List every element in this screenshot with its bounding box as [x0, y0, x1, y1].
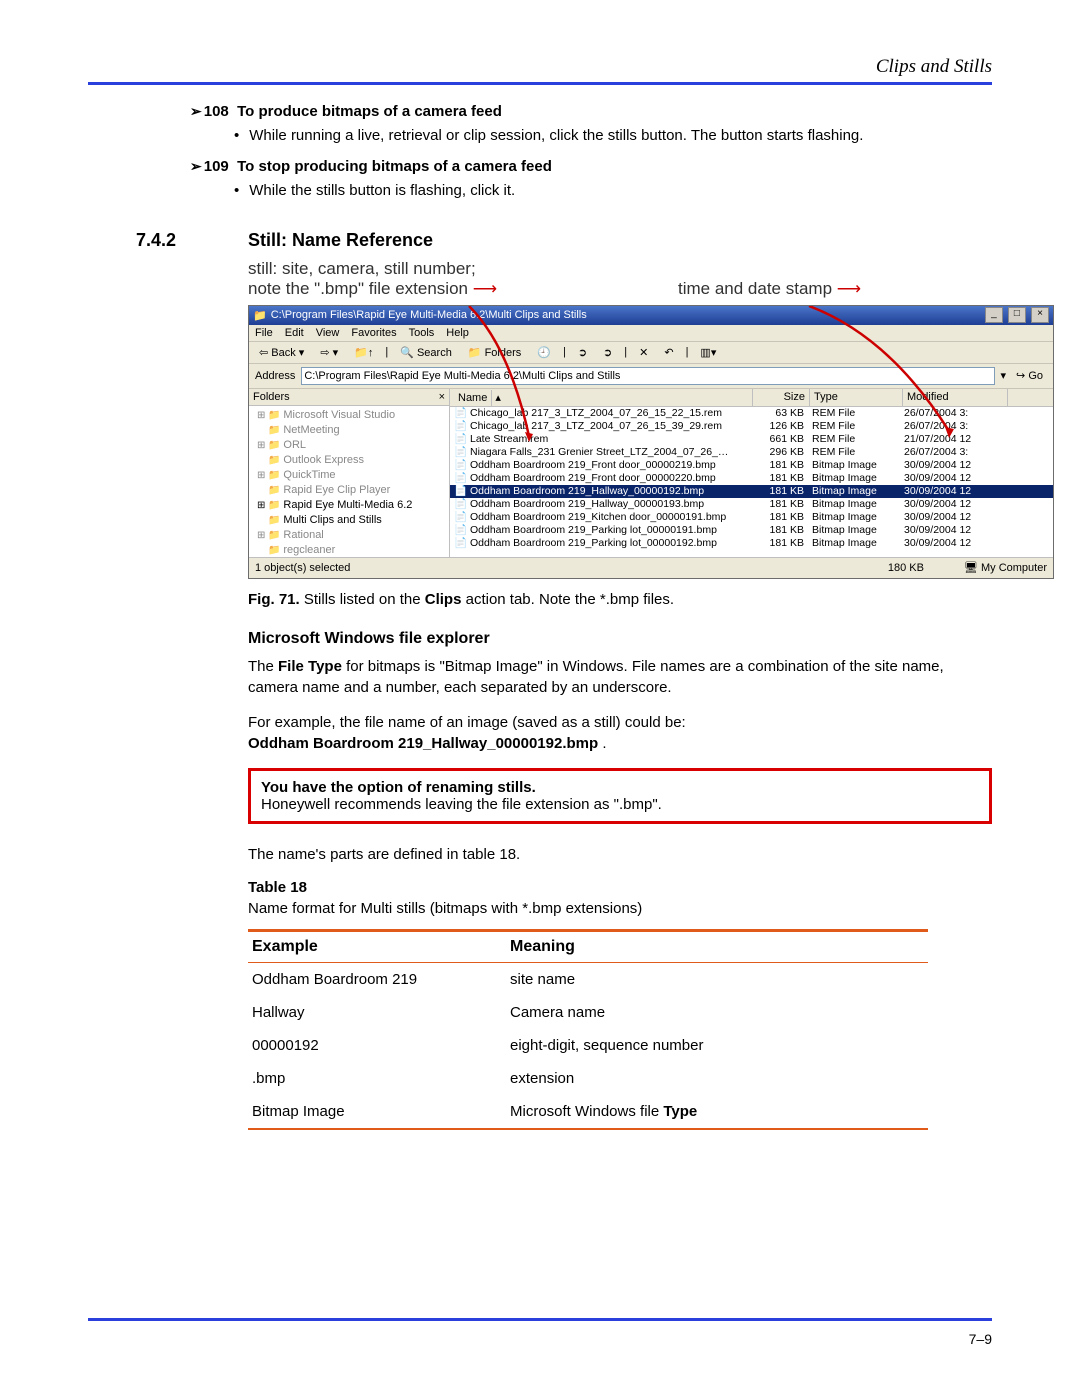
- delete-icon[interactable]: ✕: [635, 345, 652, 360]
- body-paragraph: For example, the file name of an image (…: [248, 712, 992, 754]
- tree-node[interactable]: NetMeeting: [257, 423, 447, 438]
- tree-node[interactable]: QuickTime: [257, 468, 447, 483]
- window-titlebar: 📁 C:\Program Files\Rapid Eye Multi-Media…: [249, 306, 1053, 325]
- undo-icon[interactable]: ↶: [660, 345, 677, 360]
- procedure-109-step: •While the stills button is flashing, cl…: [136, 181, 992, 201]
- status-bar: 1 object(s) selected 180 KB 🖥 My Compute…: [249, 557, 1053, 578]
- folders-pane-close-icon[interactable]: ×: [439, 391, 445, 403]
- menu-view[interactable]: View: [316, 327, 340, 339]
- menu-bar: File Edit View Favorites Tools Help: [249, 325, 1053, 342]
- arrow-icon: ➢: [190, 158, 202, 174]
- tree-node[interactable]: Rational: [257, 528, 447, 543]
- close-button[interactable]: ×: [1031, 307, 1049, 323]
- col-type[interactable]: Type: [810, 389, 903, 406]
- folders-button[interactable]: 📁 Folders: [464, 345, 525, 360]
- move-to-icon[interactable]: ➲: [574, 345, 591, 360]
- page-number: 7–9: [969, 1331, 992, 1347]
- col-size[interactable]: Size: [753, 389, 810, 406]
- menu-tools[interactable]: Tools: [409, 327, 435, 339]
- file-row[interactable]: 📄 Oddham Boardroom 219_Hallway_00000192.…: [450, 485, 1053, 498]
- note-text: Honeywell recommends leaving the file ex…: [261, 796, 979, 813]
- procedure-108-heading: ➢108 To produce bitmaps of a camera feed: [136, 103, 992, 120]
- top-rule: [88, 82, 992, 85]
- file-row[interactable]: 📄 Oddham Boardroom 219_Kitchen door_0000…: [450, 511, 1053, 524]
- col-modified[interactable]: Modified: [903, 389, 1008, 406]
- status-size: 180 KB: [888, 562, 924, 574]
- chapter-title: Clips and Stills: [88, 56, 992, 78]
- address-label: Address: [255, 370, 295, 382]
- figure-caption: Fig. 71. Stills listed on the Clips acti…: [248, 591, 992, 608]
- tree-node[interactable]: ORL: [257, 438, 447, 453]
- body-paragraph: The name's parts are defined in table 18…: [248, 844, 992, 865]
- tree-node[interactable]: Rapid Eye Multi-Media 6.2: [257, 498, 447, 513]
- file-row[interactable]: 📄 Oddham Boardroom 219_Front door_000002…: [450, 459, 1053, 472]
- table-header-example: Example: [248, 930, 506, 962]
- menu-favorites[interactable]: Favorites: [351, 327, 396, 339]
- file-row[interactable]: 📄 Oddham Boardroom 219_Front door_000002…: [450, 472, 1053, 485]
- file-row[interactable]: 📄 Oddham Boardroom 219_Parking lot_00000…: [450, 524, 1053, 537]
- file-row[interactable]: 📄 Oddham Boardroom 219_Parking lot_00000…: [450, 537, 1053, 550]
- copy-to-icon[interactable]: ➲: [599, 345, 616, 360]
- folders-pane: Folders × Microsoft Visual StudioNetMeet…: [249, 389, 450, 557]
- section-title: Still: Name Reference: [248, 230, 433, 251]
- table-row: Oddham Boardroom 219site name: [248, 962, 928, 996]
- list-header[interactable]: Name ▴ Size Type Modified: [450, 389, 1053, 407]
- maximize-button[interactable]: □: [1008, 307, 1026, 323]
- views-icon[interactable]: ▥▾: [696, 345, 720, 360]
- table-header-meaning: Meaning: [506, 930, 928, 962]
- folder-icon: 📁: [253, 309, 267, 322]
- procedure-109-heading: ➢109 To stop producing bitmaps of a came…: [136, 158, 992, 175]
- history-icon[interactable]: 🕘: [533, 345, 555, 360]
- figure-annotation: still: site, camera, still number; note …: [248, 259, 992, 299]
- folders-pane-title: Folders: [253, 391, 290, 403]
- toolbar: ⇦ Back ▾ ⇨ ▾ 📁↑ | 🔍 Search 📁 Folders 🕘 |…: [249, 342, 1053, 364]
- address-dropdown-icon[interactable]: ▾: [1001, 369, 1007, 382]
- status-selection: 1 object(s) selected: [255, 562, 350, 574]
- table-caption: Name format for Multi stills (bitmaps wi…: [248, 898, 992, 919]
- window-title: C:\Program Files\Rapid Eye Multi-Media 6…: [271, 309, 587, 321]
- file-row[interactable]: 📄 Niagara Falls_231 Grenier Street_LTZ_2…: [450, 446, 1053, 459]
- table-row: 00000192eight-digit, sequence number: [248, 1029, 928, 1062]
- back-button[interactable]: ⇦ Back ▾: [255, 345, 308, 360]
- menu-file[interactable]: File: [255, 327, 273, 339]
- go-button[interactable]: ↪ Go: [1012, 368, 1047, 383]
- note-box: You have the option of renaming stills. …: [248, 768, 992, 824]
- tree-node[interactable]: Multi Clips and Stills: [257, 513, 447, 528]
- explorer-screenshot: 📁 C:\Program Files\Rapid Eye Multi-Media…: [248, 305, 1054, 579]
- procedure-108-step: •While running a live, retrieval or clip…: [136, 126, 992, 146]
- arrow-icon: ➢: [190, 103, 202, 119]
- file-row[interactable]: 📄 Chicago_lab 217_3_LTZ_2004_07_26_15_22…: [450, 407, 1053, 420]
- folder-tree[interactable]: Microsoft Visual StudioNetMeetingORLOutl…: [249, 406, 449, 557]
- tree-node[interactable]: Outlook Express: [257, 453, 447, 468]
- file-row[interactable]: 📄 Late Stream.rem661 KBREM File21/07/200…: [450, 433, 1053, 446]
- menu-help[interactable]: Help: [446, 327, 469, 339]
- section-number: 7.4.2: [136, 230, 248, 251]
- menu-edit[interactable]: Edit: [285, 327, 304, 339]
- tree-node[interactable]: Rapid Eye Clip Player: [257, 483, 447, 498]
- name-format-table: Example Meaning Oddham Boardroom 219site…: [248, 929, 928, 1130]
- table-row: .bmpextension: [248, 1062, 928, 1095]
- tree-node[interactable]: regcleaner: [257, 543, 447, 557]
- minimize-button[interactable]: _: [985, 307, 1003, 323]
- search-button[interactable]: 🔍 Search: [396, 345, 456, 360]
- address-bar: Address ▾ ↪ Go: [249, 364, 1053, 389]
- table-title: Table 18: [248, 879, 992, 896]
- note-title: You have the option of renaming stills.: [261, 779, 536, 796]
- body-paragraph: The File Type for bitmaps is "Bitmap Ima…: [248, 656, 992, 698]
- file-row[interactable]: 📄 Oddham Boardroom 219_Hallway_00000193.…: [450, 498, 1053, 511]
- status-location: 🖥 My Computer: [964, 561, 1047, 574]
- address-input[interactable]: [301, 367, 994, 385]
- table-row: HallwayCamera name: [248, 996, 928, 1029]
- up-button[interactable]: 📁↑: [350, 345, 377, 360]
- file-row[interactable]: 📄 Chicago_lab 217_3_LTZ_2004_07_26_15_39…: [450, 420, 1053, 433]
- file-list: Name ▴ Size Type Modified 📄 Chicago_lab …: [450, 389, 1053, 557]
- tree-node[interactable]: Microsoft Visual Studio: [257, 408, 447, 423]
- table-row: Bitmap ImageMicrosoft Windows file Type: [248, 1095, 928, 1129]
- bottom-rule: [88, 1318, 992, 1321]
- col-name[interactable]: Name ▴: [450, 389, 753, 406]
- sub-heading: Microsoft Windows file explorer: [248, 630, 992, 648]
- forward-button[interactable]: ⇨ ▾: [316, 345, 342, 360]
